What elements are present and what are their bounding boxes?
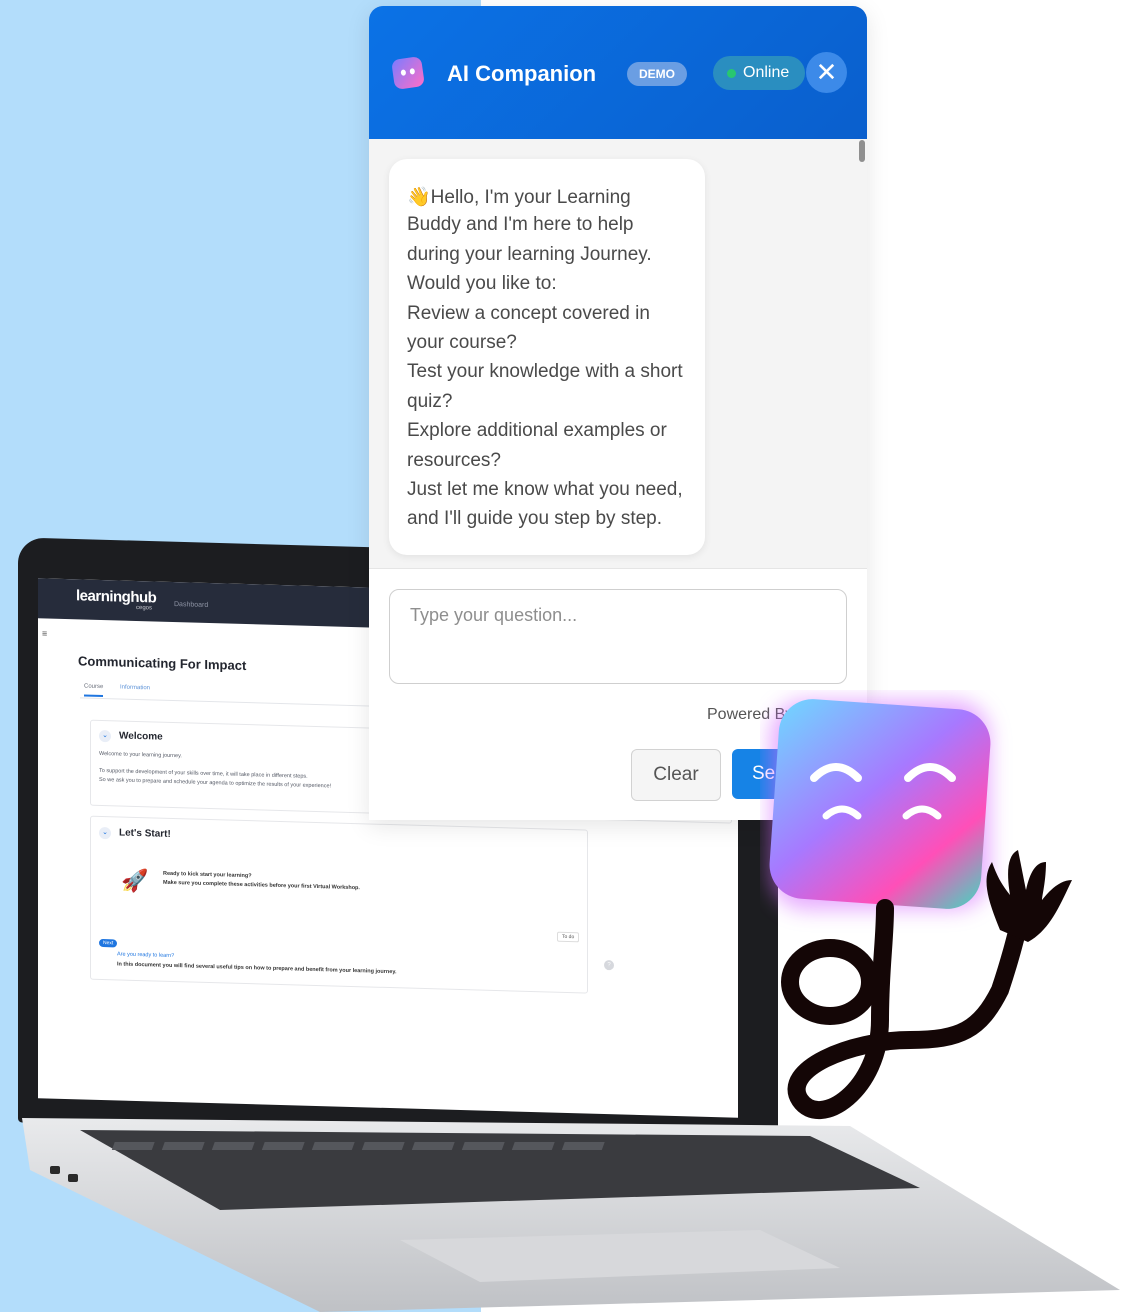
help-icon[interactable]: ?	[604, 960, 614, 971]
chevron-down-icon[interactable]: ⌄	[99, 729, 111, 743]
question-input-placeholder: Type your question...	[410, 605, 578, 625]
tab-course[interactable]: Course	[84, 683, 104, 698]
hamburger-menu-icon[interactable]: ≡	[42, 628, 47, 638]
chat-title: AI Companion	[447, 61, 597, 86]
status-text: Online	[743, 64, 790, 81]
start-line-2: Make sure you complete these activities …	[163, 879, 360, 892]
close-button[interactable]: ✕	[806, 52, 847, 93]
online-status-badge: Online	[713, 56, 805, 90]
message-line-1: 👋Hello, I'm your Learning	[407, 187, 631, 208]
welcome-title: Welcome	[119, 730, 163, 743]
message-line-8: quiz?	[407, 391, 453, 412]
message-line-7: Test your knowledge with a short	[407, 361, 683, 382]
message-line-6: your course?	[407, 332, 517, 353]
message-line-11: Just let me know what you need,	[407, 479, 683, 500]
message-line-5: Review a concept covered in	[407, 303, 650, 324]
message-line-12: and I'll guide you step by step.	[407, 508, 663, 529]
assistant-message-bubble: 👋Hello, I'm your Learning Buddy and I'm …	[389, 159, 705, 555]
wave-icon: 👋	[407, 187, 431, 208]
start-line-1: Ready to kick start your learning?	[163, 870, 252, 880]
lms-logo-sub: cegos	[136, 604, 153, 612]
activity-description: In this document you will find several u…	[117, 961, 397, 976]
rocket-icon: 🚀	[121, 867, 149, 894]
lets-start-card: ⌄ Let's Start! 🚀 Ready to kick start you…	[90, 815, 588, 994]
lms-logo[interactable]: learninghub	[76, 587, 156, 606]
next-badge: Next	[99, 938, 118, 948]
bot-avatar-icon	[391, 56, 425, 90]
close-icon: ✕	[815, 57, 838, 87]
lets-start-title: Let's Start!	[119, 827, 171, 840]
chevron-down-icon[interactable]: ⌄	[99, 826, 111, 840]
message-line-4: Would you like to:	[407, 273, 557, 294]
message-line-3: during your learning Journey.	[407, 244, 652, 265]
welcome-text-1: Welcome to your learning journey.	[99, 750, 182, 760]
course-title: Communicating For Impact	[78, 653, 247, 674]
activity-link[interactable]: Are you ready to learn?	[117, 951, 174, 959]
message-line-10: resources?	[407, 450, 501, 471]
status-dot-icon	[727, 69, 736, 78]
question-input[interactable]: Type your question...	[389, 589, 847, 684]
mascot-character-image	[769, 699, 1072, 1120]
todo-status-select[interactable]: To do	[557, 931, 580, 943]
scrollbar-thumb[interactable]	[859, 140, 865, 162]
lms-nav-dashboard[interactable]: Dashboard	[174, 601, 208, 609]
message-line-9: Explore additional examples or	[407, 420, 667, 441]
demo-badge: DEMO	[627, 62, 687, 86]
tab-information[interactable]: Information	[120, 685, 150, 692]
clear-button[interactable]: Clear	[631, 749, 721, 801]
message-line-2: Buddy and I'm here to help	[407, 214, 634, 235]
chat-header: AI Companion DEMO Online ✕	[369, 6, 867, 139]
